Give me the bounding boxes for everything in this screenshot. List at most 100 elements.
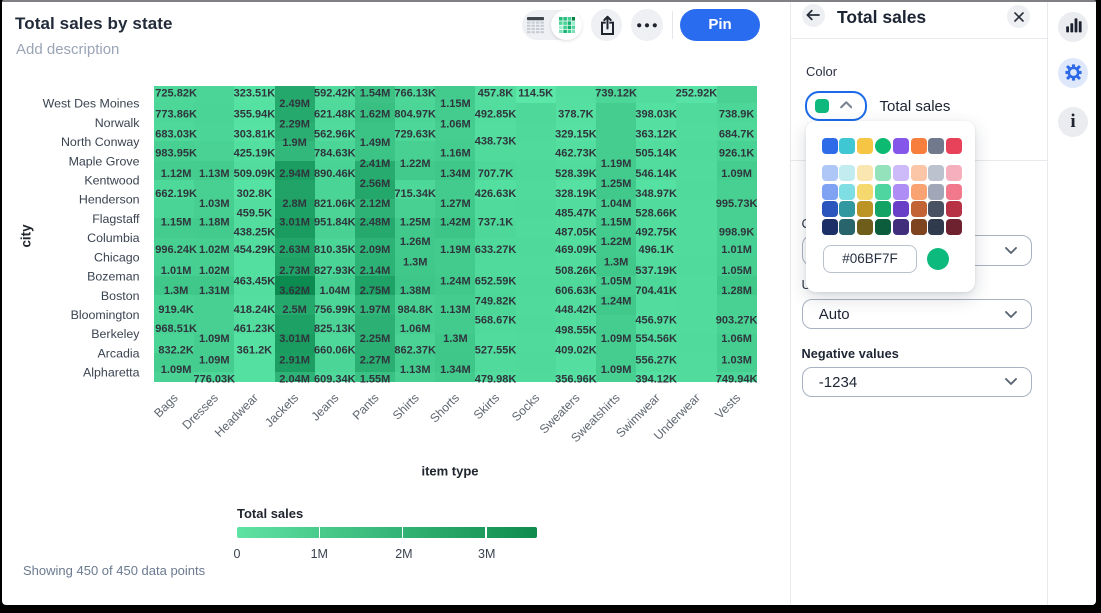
- svg-text:766.13K: 766.13K: [394, 88, 436, 100]
- svg-text:Alpharetta: Alpharetta: [83, 366, 140, 380]
- svg-text:1.05M: 1.05M: [601, 276, 632, 288]
- svg-text:1.54M: 1.54M: [360, 88, 391, 100]
- svg-text:3.01M: 3.01M: [279, 333, 310, 345]
- svg-text:328.19K: 328.19K: [555, 188, 597, 200]
- svg-text:1.18M: 1.18M: [199, 217, 230, 229]
- svg-text:355.94K: 355.94K: [234, 109, 276, 121]
- svg-text:302.8K: 302.8K: [237, 188, 273, 200]
- svg-text:1.09M: 1.09M: [161, 364, 192, 376]
- svg-text:546.14K: 546.14K: [635, 168, 677, 180]
- svg-text:683.03K: 683.03K: [155, 129, 197, 141]
- svg-text:968.51K: 968.51K: [155, 323, 197, 335]
- svg-text:756.99K: 756.99K: [314, 304, 356, 316]
- svg-text:1.26M: 1.26M: [400, 236, 431, 248]
- svg-text:1.06M: 1.06M: [400, 323, 431, 335]
- svg-text:1.09M: 1.09M: [199, 333, 230, 345]
- svg-text:568.67K: 568.67K: [475, 315, 517, 327]
- svg-text:Jeans: Jeans: [309, 391, 342, 424]
- svg-text:Skirts: Skirts: [471, 391, 502, 422]
- svg-text:1.42M: 1.42M: [440, 217, 471, 229]
- svg-text:1.09M: 1.09M: [601, 333, 632, 345]
- svg-text:461.23K: 461.23K: [234, 323, 276, 335]
- svg-text:463.45K: 463.45K: [234, 276, 276, 288]
- svg-text:862.37K: 862.37K: [394, 345, 436, 357]
- svg-text:995.73K: 995.73K: [716, 198, 758, 210]
- svg-text:Bozeman: Bozeman: [87, 270, 139, 284]
- svg-text:1.06M: 1.06M: [440, 118, 471, 130]
- svg-text:425.19K: 425.19K: [234, 148, 276, 160]
- svg-text:633.27K: 633.27K: [475, 244, 517, 256]
- svg-text:1.13M: 1.13M: [440, 304, 471, 316]
- svg-text:621.48K: 621.48K: [314, 109, 356, 121]
- svg-text:1.13M: 1.13M: [400, 364, 431, 376]
- svg-text:1.3M: 1.3M: [164, 285, 188, 297]
- svg-text:1.06M: 1.06M: [721, 333, 752, 345]
- svg-text:356.96K: 356.96K: [555, 374, 597, 386]
- svg-text:1.24M: 1.24M: [440, 276, 471, 288]
- svg-text:2.14M: 2.14M: [360, 265, 391, 277]
- svg-text:1.15M: 1.15M: [601, 217, 632, 229]
- svg-text:707.7K: 707.7K: [478, 168, 514, 180]
- svg-text:485.47K: 485.47K: [555, 208, 597, 220]
- svg-text:1.97M: 1.97M: [360, 304, 391, 316]
- svg-text:739.12K: 739.12K: [595, 88, 637, 100]
- svg-text:409.02K: 409.02K: [555, 345, 597, 357]
- svg-text:825.13K: 825.13K: [314, 323, 356, 335]
- svg-text:2.27M: 2.27M: [360, 355, 391, 367]
- svg-text:1.3M: 1.3M: [604, 257, 628, 269]
- svg-text:2.56M: 2.56M: [360, 178, 391, 190]
- svg-text:2.91M: 2.91M: [279, 355, 310, 367]
- svg-text:738.9K: 738.9K: [719, 109, 755, 121]
- svg-text:1.15M: 1.15M: [440, 98, 471, 110]
- svg-text:592.42K: 592.42K: [314, 88, 356, 100]
- svg-text:363.12K: 363.12K: [635, 129, 677, 141]
- svg-text:2.63M: 2.63M: [279, 244, 310, 256]
- svg-text:Chicago: Chicago: [94, 250, 140, 264]
- svg-text:418.24K: 418.24K: [234, 304, 276, 316]
- svg-text:459.5K: 459.5K: [237, 208, 273, 220]
- svg-text:2.48M: 2.48M: [360, 217, 391, 229]
- svg-text:1.02M: 1.02M: [199, 244, 230, 256]
- svg-text:492.85K: 492.85K: [475, 109, 517, 121]
- svg-text:821.06K: 821.06K: [314, 198, 356, 210]
- svg-text:487.05K: 487.05K: [555, 226, 597, 238]
- svg-text:2.73M: 2.73M: [279, 265, 310, 277]
- svg-text:426.63K: 426.63K: [475, 188, 517, 200]
- svg-text:832.2K: 832.2K: [158, 345, 194, 357]
- svg-text:996.24K: 996.24K: [155, 244, 197, 256]
- svg-text:1.09M: 1.09M: [721, 168, 752, 180]
- svg-text:1.24M: 1.24M: [601, 296, 632, 308]
- svg-text:1.34M: 1.34M: [440, 168, 471, 180]
- svg-text:1.19M: 1.19M: [601, 158, 632, 170]
- svg-text:Henderson: Henderson: [79, 193, 140, 207]
- svg-text:528.66K: 528.66K: [635, 208, 677, 220]
- svg-text:North Conway: North Conway: [61, 135, 140, 149]
- svg-text:1.22M: 1.22M: [400, 158, 431, 170]
- svg-text:1.28M: 1.28M: [721, 285, 752, 297]
- svg-text:2.8M: 2.8M: [282, 198, 306, 210]
- svg-text:West Des Moines: West Des Moines: [43, 97, 140, 111]
- svg-text:252.92K: 252.92K: [676, 88, 718, 100]
- svg-text:919.4K: 919.4K: [158, 304, 194, 316]
- svg-text:Bags: Bags: [151, 391, 181, 421]
- svg-text:1.05M: 1.05M: [721, 265, 752, 277]
- svg-text:Bloomington: Bloomington: [71, 308, 140, 322]
- svg-text:926.1K: 926.1K: [719, 148, 755, 160]
- svg-text:1.01M: 1.01M: [721, 244, 752, 256]
- svg-text:684.7K: 684.7K: [719, 129, 755, 141]
- svg-text:1.22M: 1.22M: [601, 236, 632, 248]
- svg-text:378.7K: 378.7K: [558, 109, 594, 121]
- svg-text:Arcadia: Arcadia: [97, 347, 139, 361]
- svg-text:Pants: Pants: [350, 391, 382, 423]
- svg-text:827.93K: 827.93K: [314, 265, 356, 277]
- svg-text:456.97K: 456.97K: [635, 315, 677, 327]
- svg-text:1.49M: 1.49M: [360, 137, 391, 149]
- svg-text:1.13M: 1.13M: [199, 168, 230, 180]
- svg-text:704.41K: 704.41K: [635, 285, 677, 297]
- svg-text:951.84K: 951.84K: [314, 217, 356, 229]
- svg-text:890.46K: 890.46K: [314, 168, 356, 180]
- svg-text:361.2K: 361.2K: [237, 345, 273, 357]
- svg-text:1.25M: 1.25M: [400, 217, 431, 229]
- svg-text:2.25M: 2.25M: [360, 333, 391, 345]
- svg-text:537.19K: 537.19K: [635, 265, 677, 277]
